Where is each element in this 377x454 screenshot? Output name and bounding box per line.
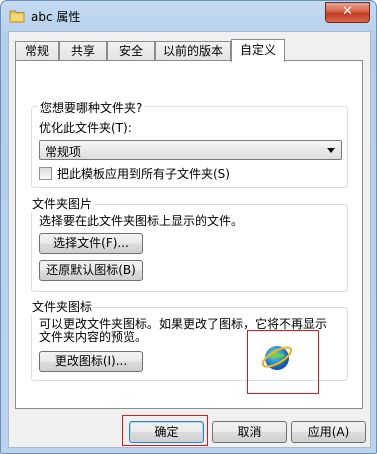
chevron-down-icon <box>327 148 335 153</box>
ok-button[interactable]: 确定 <box>129 421 204 443</box>
customize-panel: 您想要哪种文件夹? 优化此文件夹(T): 常规项 把此模板应用到所有子文件夹(S… <box>15 60 363 409</box>
tab-previous-versions[interactable]: 以前的版本 <box>155 41 231 60</box>
apply-subfolders-checkbox[interactable] <box>39 167 52 180</box>
optimize-label: 优化此文件夹(T): <box>39 121 132 135</box>
folder-icon <box>9 10 25 23</box>
optimize-combo[interactable]: 常规项 <box>39 140 342 160</box>
folder-type-heading: 您想要哪种文件夹? <box>38 99 145 116</box>
folder-icon-title: 文件夹图标 <box>30 298 95 315</box>
cancel-button[interactable]: 取消 <box>212 421 287 443</box>
title-bar[interactable]: abc 属性 ✕ <box>1 1 376 31</box>
dialog-client: 常规 共享 安全 以前的版本 自定义 您想要哪种文件夹? 优化此文件夹(T): … <box>8 31 371 448</box>
properties-window: abc 属性 ✕ 常规 共享 安全 以前的版本 自定义 您想要哪种文件夹? 优化… <box>0 0 377 454</box>
tab-security[interactable]: 安全 <box>107 41 155 60</box>
tab-general[interactable]: 常规 <box>15 41 59 60</box>
choose-file-button[interactable]: 选择文件(F)... <box>39 233 143 254</box>
tab-sharing[interactable]: 共享 <box>59 41 107 60</box>
window-title: abc 属性 <box>31 10 81 24</box>
folder-picture-title: 文件夹图片 <box>30 195 95 212</box>
change-icon-button[interactable]: 更改图标(I)... <box>39 351 143 372</box>
ie-globe-icon <box>261 346 293 370</box>
folder-icon-description-line2: 文件夹内容的预览。 <box>39 330 148 344</box>
folder-picture-description: 选择要在此文件夹图标上显示的文件。 <box>39 214 244 228</box>
optimize-combo-value: 常规项 <box>45 145 82 159</box>
apply-button[interactable]: 应用(A) <box>291 421 366 443</box>
close-button[interactable]: ✕ <box>325 2 370 23</box>
tab-customize[interactable]: 自定义 <box>231 39 285 62</box>
apply-subfolders-label: 把此模板应用到所有子文件夹(S) <box>57 167 230 181</box>
restore-default-icon-button[interactable]: 还原默认图标(B) <box>39 260 143 281</box>
